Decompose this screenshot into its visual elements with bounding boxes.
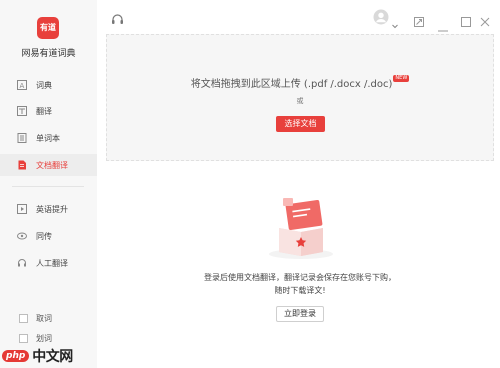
sidebar-item-label: 单词本	[36, 133, 60, 143]
sidebar-item-label: 英语提升	[36, 204, 68, 214]
login-button[interactable]: 立即登录	[276, 306, 324, 322]
dictionary-icon: A	[17, 80, 27, 90]
empty-state-illustration	[265, 194, 337, 266]
wordbook-icon	[17, 133, 27, 143]
sidebar-item-translate[interactable]: 翻译	[0, 100, 97, 122]
avatar[interactable]	[373, 9, 389, 29]
svg-text:A: A	[20, 82, 25, 90]
sidebar-item-label: 翻译	[36, 106, 52, 116]
choose-document-button[interactable]: 选择文档	[276, 116, 325, 132]
sidebar-item-english-improve[interactable]: 英语提升	[0, 198, 97, 220]
sidebar-divider	[12, 186, 84, 187]
app-name: 网易有道词典	[21, 49, 76, 59]
sidebar-item-wordbook[interactable]: 单词本	[0, 127, 97, 149]
headset-icon[interactable]	[111, 11, 124, 30]
sidebar-item-doc-translate[interactable]: 文档翻译	[0, 154, 97, 176]
watermark: php 中文网	[0, 345, 73, 367]
sidebar-item-label: 同传	[36, 231, 52, 241]
document-icon	[17, 160, 27, 170]
watermark-cn: 中文网	[32, 349, 73, 365]
watermark-php: php	[2, 350, 30, 362]
pin-icon[interactable]	[414, 12, 424, 31]
select-lookup-checkbox[interactable]	[19, 334, 28, 343]
sidebar-item-simultaneous[interactable]: 同传	[0, 225, 97, 247]
quick-lookup-checkbox[interactable]	[19, 314, 28, 323]
login-hint-line2: 随时下载译文!	[274, 286, 326, 295]
sidebar-item-label: 人工翻译	[36, 258, 68, 268]
headset-icon	[17, 258, 27, 268]
sidebar: 有道 网易有道词典 A 词典 翻译 单词本 文档翻译 英语提升 同传 人工翻译 …	[0, 0, 97, 368]
login-hint-line1: 登录后使用文档翻译，翻译记录会保存在您账号下购，	[204, 273, 396, 282]
play-icon	[17, 204, 27, 214]
upload-title: 将文档拖拽到此区域上传 (.pdf /.docx /.doc)NEW	[106, 75, 494, 90]
eye-icon	[17, 231, 27, 241]
select-lookup-label: 划词	[36, 334, 52, 343]
maximize-icon[interactable]	[461, 12, 471, 31]
sidebar-item-human-translate[interactable]: 人工翻译	[0, 252, 97, 274]
sidebar-item-label: 文档翻译	[36, 160, 68, 170]
sidebar-item-dictionary[interactable]: A 词典	[0, 74, 97, 96]
chevron-down-icon[interactable]	[392, 14, 398, 33]
new-badge: NEW	[393, 75, 410, 82]
app-logo: 有道	[37, 17, 59, 39]
upload-or: 或	[296, 97, 304, 105]
translate-icon	[17, 106, 27, 116]
close-icon[interactable]	[480, 12, 490, 31]
upload-title-text: 将文档拖拽到此区域上传 (.pdf /.docx /.doc)	[190, 79, 393, 90]
sidebar-item-label: 词典	[36, 80, 52, 90]
quick-lookup-label: 取词	[36, 314, 52, 323]
